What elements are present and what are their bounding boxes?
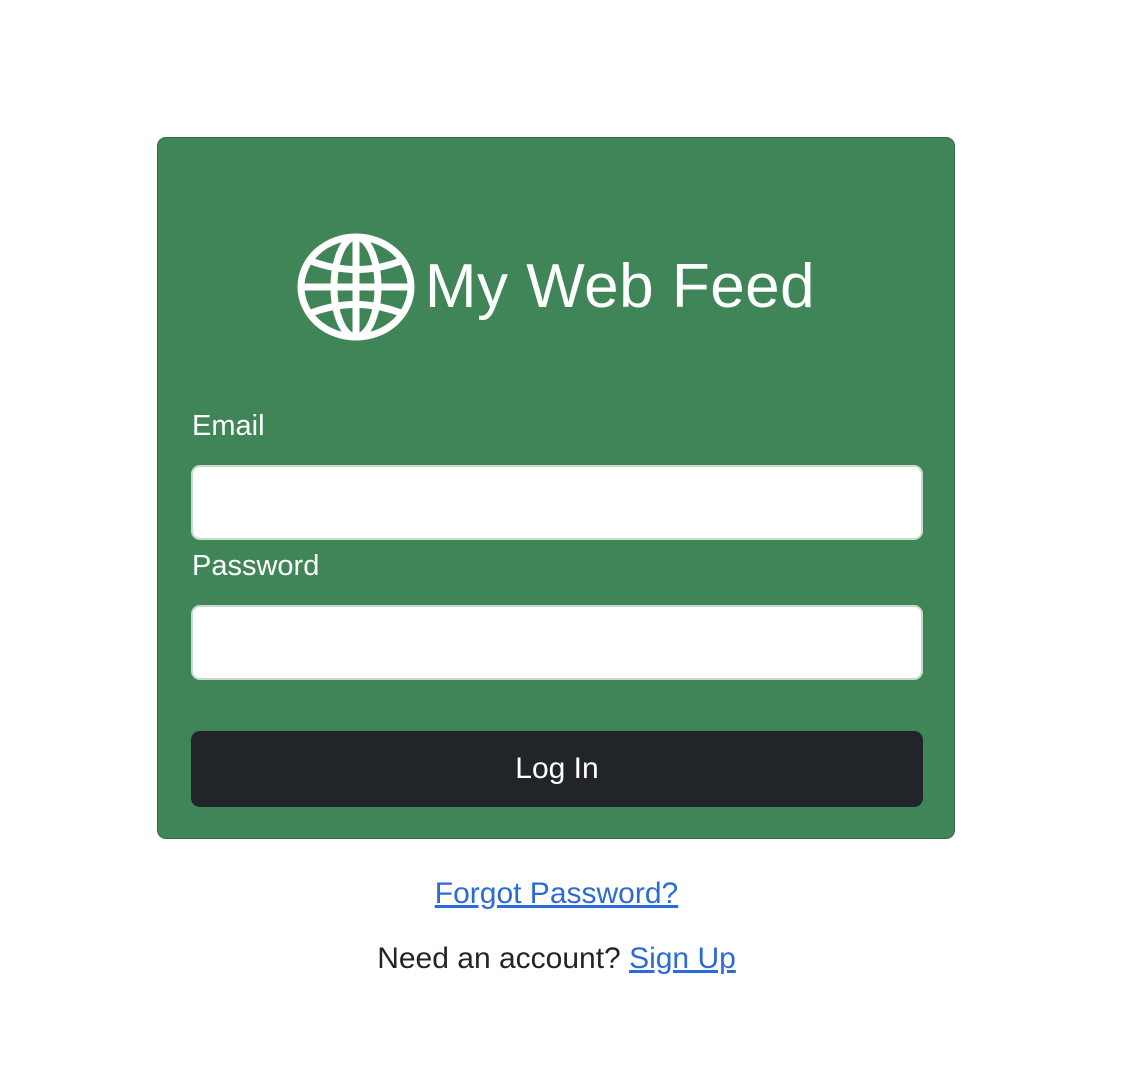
brand-header: My Web Feed <box>158 232 954 342</box>
brand-title: My Web Feed <box>424 252 816 321</box>
need-account-text: Need an account? <box>377 942 621 975</box>
password-label: Password <box>192 550 320 582</box>
email-input[interactable] <box>191 465 923 540</box>
globe-icon <box>297 233 415 341</box>
login-page: My Web Feed Email Password Log In Forgot… <box>0 0 1123 1073</box>
log-in-button[interactable]: Log In <box>191 731 923 807</box>
signup-prompt: Need an account? Sign Up <box>0 944 1113 974</box>
forgot-password-link[interactable]: Forgot Password? <box>0 879 1113 909</box>
login-card: My Web Feed Email Password Log In <box>157 137 955 839</box>
sign-up-link[interactable]: Sign Up <box>629 942 736 975</box>
password-input[interactable] <box>191 605 923 680</box>
email-label: Email <box>192 410 265 442</box>
